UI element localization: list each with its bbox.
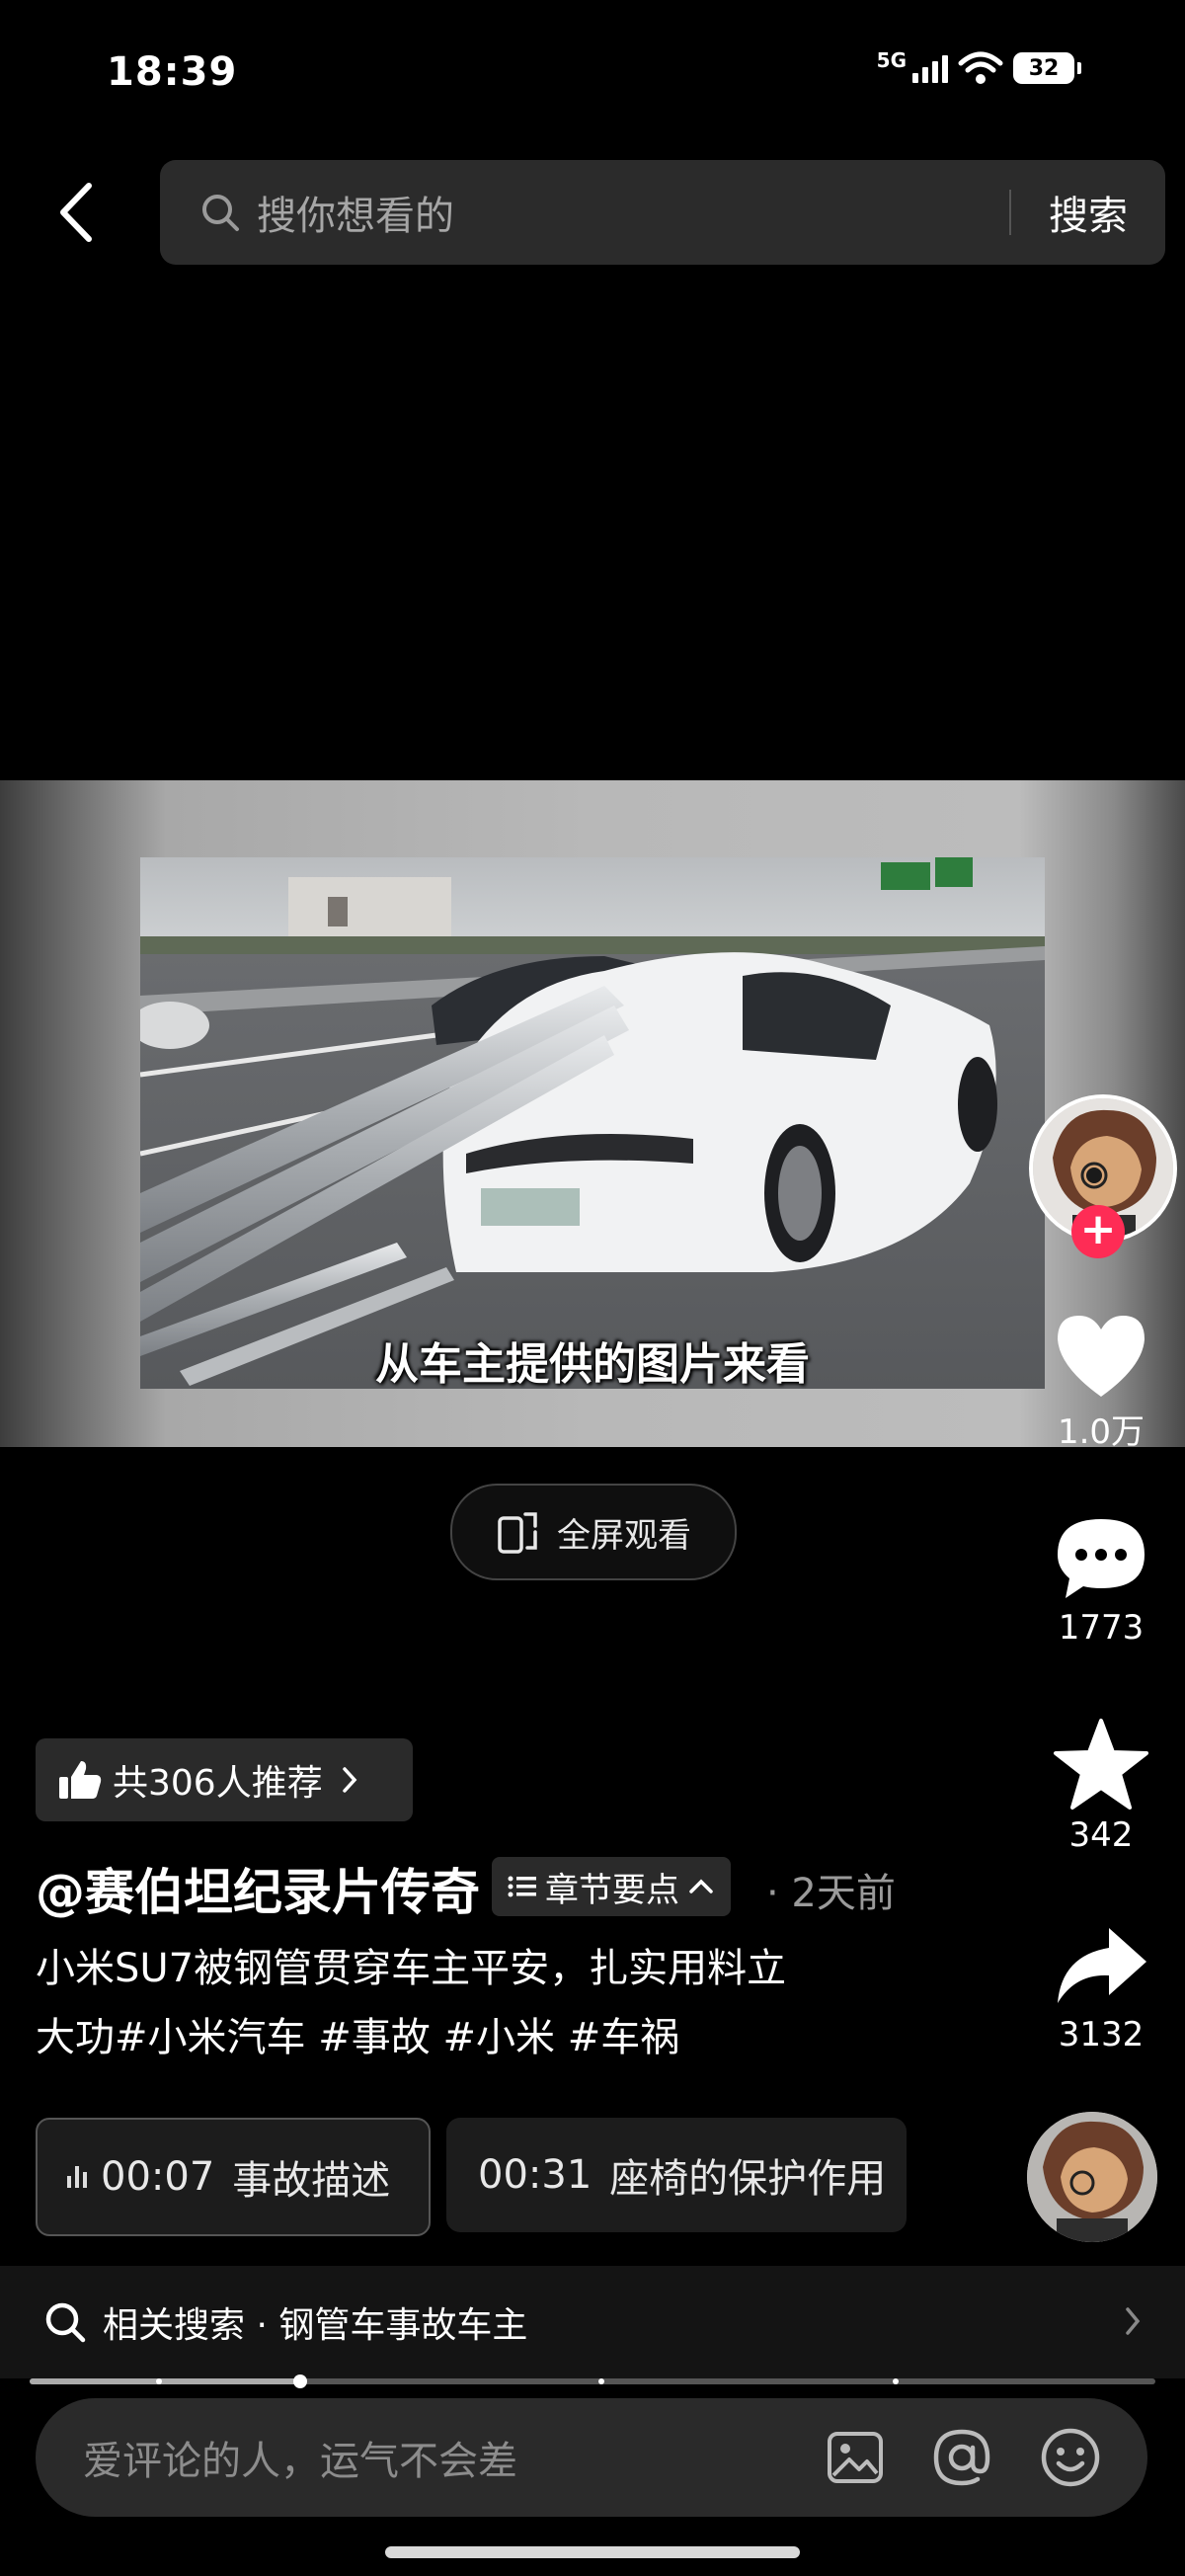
chapter-marker [893,2378,899,2384]
favorite-count: 342 [1068,1815,1134,1855]
comment-placeholder[interactable]: 爱评论的人，运气不会差 [83,2429,826,2486]
chapter-marker [156,2378,162,2384]
avatar-image [1027,2112,1157,2242]
rotate-screen-icon [498,1512,537,1554]
comment-bubble-icon [1058,1519,1145,1598]
list-icon [508,1876,536,1897]
fullscreen-label[interactable]: 全屏观看 [557,1508,691,1557]
status-time: 18:39 [107,49,238,95]
chapter-chip-1[interactable]: 00:07 事故描述 [36,2118,431,2236]
progress-knob[interactable] [292,2375,307,2388]
share-count: 3132 [1058,2015,1145,2054]
smiley-icon [1041,2428,1100,2487]
at-sign-icon [933,2429,990,2486]
comment-input[interactable]: 爱评论的人，运气不会差 [36,2398,1147,2517]
video-subtitle: 从车主提供的图片来看 [375,1339,810,1390]
heart-icon [1058,1316,1145,1397]
network-type: 5G [876,48,907,72]
chapter-chip-2[interactable]: 00:31 座椅的保护作用 [446,2118,907,2232]
chapter-title: 座椅的保护作用 [609,2156,887,2202]
description-line[interactable]: 大功#小米汽车 #事故 #小米 #车祸 [36,2003,905,2072]
like-button[interactable]: 1.0万 [1027,1310,1175,1453]
video-frame-image [140,857,1045,1389]
description-line: 小米SU7被钢管贯穿车主平安，扎实用料立 [36,1946,787,1991]
comment-count: 1773 [1058,1608,1145,1648]
related-search-bar[interactable]: 相关搜索 · 钢管车事故车主 [0,2266,1185,2378]
related-search-label[interactable]: 相关搜索 · 钢管车事故车主 [103,2296,527,2348]
battery-indicator: 32 [1013,52,1081,84]
image-icon [828,2432,883,2483]
chapter-time: 00:07 [101,2154,215,2200]
favorite-button[interactable]: 342 [1027,1717,1175,1855]
fullscreen-button[interactable]: 全屏观看 [450,1484,737,1580]
emoji-button[interactable] [1039,2426,1102,2489]
follow-plus-button[interactable]: + [1071,1205,1125,1258]
mention-button[interactable] [930,2426,993,2489]
like-count: 1.0万 [1057,1412,1146,1452]
chapter-time: 00:31 [478,2152,592,2198]
search-bar[interactable]: 搜你想看的 搜索 [160,160,1165,265]
share-arrow-icon [1058,1928,1146,2003]
progress-fill [30,2378,300,2384]
search-button[interactable]: 搜索 [1049,184,1128,241]
status-icons: 5G 32 [876,48,1081,85]
playing-bars-icon [67,2166,87,2188]
chapter-summary-button[interactable]: 章节要点 [492,1857,731,1916]
star-icon [1054,1719,1148,1810]
signal-icon [912,53,948,83]
post-description: 小米SU7被钢管贯穿车主平安，扎实用料立 大功#小米汽车 #事故 #小米 #车祸 [36,1934,905,2072]
video-progress-bar[interactable] [30,2375,1155,2388]
search-placeholder[interactable]: 搜你想看的 [257,184,1009,241]
search-divider [1009,190,1011,235]
home-indicator[interactable] [385,2546,800,2558]
chevron-right-icon [342,1767,357,1793]
chapter-marker [598,2378,604,2384]
back-arrow-icon[interactable] [49,178,109,247]
image-button[interactable] [826,2430,885,2485]
author-name[interactable]: @赛伯坦纪录片传奇 [36,1853,480,1924]
chevron-up-icon [689,1879,713,1893]
recommend-button[interactable]: 共306人推荐 [36,1738,413,1821]
share-button[interactable]: 3132 [1027,1920,1175,2054]
search-icon [202,195,239,231]
chevron-right-icon [1126,2307,1141,2335]
recommend-label[interactable]: 共306人推荐 [113,1754,323,1806]
search-icon [45,2302,86,2343]
chapter-label[interactable]: 章节要点 [545,1863,679,1911]
thumbs-up-icon [59,1761,102,1799]
post-time: · 2天前 [766,1871,896,1916]
chapter-title: 事故描述 [232,2158,391,2204]
comment-button[interactable]: 1773 [1027,1513,1175,1648]
music-avatar[interactable] [1027,2112,1157,2242]
wifi-icon [958,51,1003,84]
